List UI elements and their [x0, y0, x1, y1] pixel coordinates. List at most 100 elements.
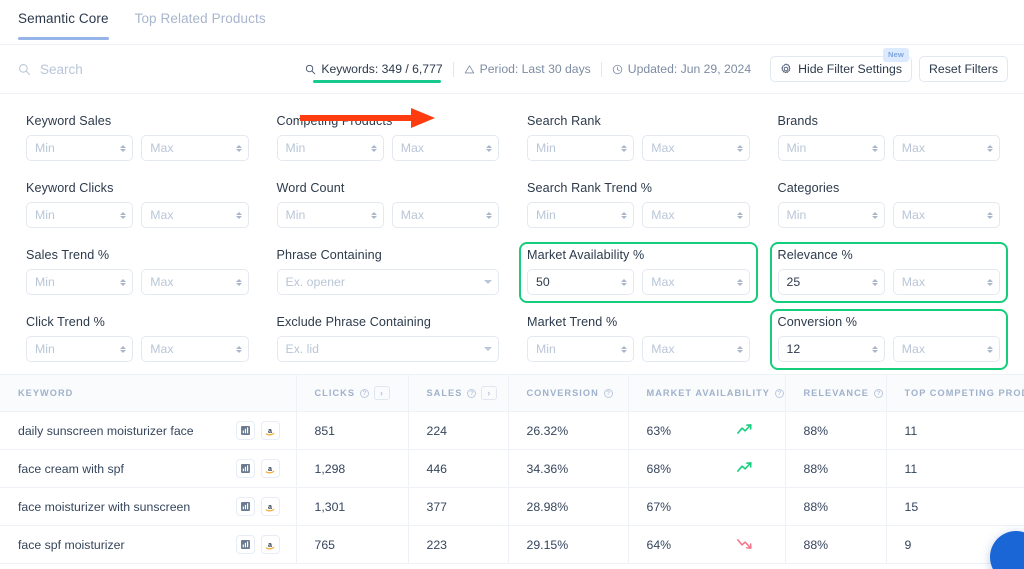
filter-min-input-wrapper[interactable]: [26, 135, 133, 161]
filter-max-input-wrapper[interactable]: [642, 336, 749, 362]
stepper-icon[interactable]: [486, 212, 492, 219]
filter-max-input-wrapper[interactable]: [642, 269, 749, 295]
keyword-text[interactable]: face spf moisturizer: [18, 538, 236, 552]
column-header-conv[interactable]: CONVERSION?: [508, 375, 628, 412]
info-icon[interactable]: ?: [604, 389, 613, 398]
table-row[interactable]: face spf moisturizera76522329.15%64%88%9: [0, 526, 1024, 564]
filter-max-input[interactable]: [902, 342, 983, 356]
filter-max-input[interactable]: [150, 342, 231, 356]
filter-min-input[interactable]: [286, 208, 367, 222]
filter-min-input[interactable]: [35, 275, 116, 289]
filter-min-input-wrapper[interactable]: [527, 135, 634, 161]
analytics-icon[interactable]: [236, 497, 255, 516]
analytics-icon[interactable]: [236, 421, 255, 440]
info-icon[interactable]: ?: [467, 389, 476, 398]
filter-min-input[interactable]: [787, 141, 868, 155]
filter-min-input[interactable]: [536, 275, 617, 289]
filter-min-input-wrapper[interactable]: [26, 202, 133, 228]
stepper-icon[interactable]: [872, 346, 878, 353]
filter-min-input[interactable]: [787, 275, 868, 289]
analytics-icon[interactable]: [236, 459, 255, 478]
column-header-keyword[interactable]: KEYWORD: [0, 375, 296, 412]
stepper-icon[interactable]: [621, 145, 627, 152]
filter-min-input-wrapper[interactable]: [778, 202, 885, 228]
filter-min-input-wrapper[interactable]: [26, 336, 133, 362]
search-box[interactable]: [18, 62, 260, 77]
table-row[interactable]: face moisturizer with sunscreena1,301377…: [0, 488, 1024, 526]
filter-max-input-wrapper[interactable]: [141, 202, 248, 228]
search-input[interactable]: [40, 62, 260, 77]
stepper-icon[interactable]: [987, 346, 993, 353]
table-row[interactable]: face cream with spfa1,29844634.36%68%88%…: [0, 450, 1024, 488]
chevron-down-icon[interactable]: [484, 347, 492, 351]
results-table-wrapper[interactable]: KEYWORDCLICKS?›SALES?›CONVERSION?MARKET …: [0, 374, 1024, 569]
filter-min-input[interactable]: [536, 342, 617, 356]
filter-min-input[interactable]: [286, 141, 367, 155]
amazon-icon[interactable]: a: [261, 497, 280, 516]
filter-min-input-wrapper[interactable]: [527, 202, 634, 228]
filter-min-input-wrapper[interactable]: [527, 269, 634, 295]
hide-filter-settings-button[interactable]: Hide Filter Settings New: [770, 56, 912, 82]
filter-min-input[interactable]: [536, 208, 617, 222]
filter-min-input-wrapper[interactable]: [778, 336, 885, 362]
expand-column-icon[interactable]: ›: [374, 386, 390, 400]
filter-phrase-input[interactable]: [286, 275, 481, 289]
stepper-icon[interactable]: [486, 145, 492, 152]
filter-max-input[interactable]: [150, 275, 231, 289]
filter-max-input[interactable]: [651, 208, 732, 222]
filter-min-input[interactable]: [787, 208, 868, 222]
stepper-icon[interactable]: [872, 145, 878, 152]
stepper-icon[interactable]: [621, 346, 627, 353]
stepper-icon[interactable]: [120, 145, 126, 152]
stepper-icon[interactable]: [987, 212, 993, 219]
table-row[interactable]: daily sunscreen moisturizer facea8512242…: [0, 412, 1024, 450]
stepper-icon[interactable]: [737, 279, 743, 286]
stepper-icon[interactable]: [987, 279, 993, 286]
chevron-down-icon[interactable]: [484, 280, 492, 284]
filter-min-input-wrapper[interactable]: [26, 269, 133, 295]
filter-max-input-wrapper[interactable]: [893, 135, 1000, 161]
filter-max-input-wrapper[interactable]: [642, 135, 749, 161]
column-header-topcomp[interactable]: TOP COMPETING PRODUCT...: [886, 375, 1024, 412]
filter-max-input-wrapper[interactable]: [893, 336, 1000, 362]
keywords-count[interactable]: Keywords: 349 / 6,777: [295, 62, 452, 76]
filter-phrase-input[interactable]: [286, 342, 481, 356]
info-icon[interactable]: ?: [874, 389, 883, 398]
filter-max-input[interactable]: [401, 141, 482, 155]
filter-max-input[interactable]: [150, 141, 231, 155]
filter-min-input-wrapper[interactable]: [277, 202, 384, 228]
column-header-market[interactable]: MARKET AVAILABILITY?›: [628, 375, 785, 412]
filter-select-wrapper[interactable]: [277, 269, 500, 295]
filter-max-input-wrapper[interactable]: [141, 336, 248, 362]
expand-column-icon[interactable]: ›: [481, 386, 497, 400]
filter-max-input-wrapper[interactable]: [893, 269, 1000, 295]
column-header-sales[interactable]: SALES?›: [408, 375, 508, 412]
stepper-icon[interactable]: [987, 145, 993, 152]
stepper-icon[interactable]: [236, 346, 242, 353]
amazon-icon[interactable]: a: [261, 459, 280, 478]
filter-max-input-wrapper[interactable]: [642, 202, 749, 228]
stepper-icon[interactable]: [120, 346, 126, 353]
tab-semantic-core[interactable]: Semantic Core: [18, 11, 109, 39]
stepper-icon[interactable]: [236, 212, 242, 219]
info-icon[interactable]: ?: [775, 389, 784, 398]
filter-max-input[interactable]: [150, 208, 231, 222]
filter-max-input[interactable]: [902, 275, 983, 289]
info-icon[interactable]: ?: [360, 389, 369, 398]
stepper-icon[interactable]: [737, 212, 743, 219]
stepper-icon[interactable]: [120, 212, 126, 219]
keyword-text[interactable]: daily sunscreen moisturizer face: [18, 424, 236, 438]
keyword-text[interactable]: face cream with spf: [18, 462, 236, 476]
filter-select-wrapper[interactable]: [277, 336, 500, 362]
filter-max-input[interactable]: [651, 275, 732, 289]
keyword-text[interactable]: face moisturizer with sunscreen: [18, 500, 236, 514]
period-selector[interactable]: Period: Last 30 days: [454, 62, 601, 76]
stepper-icon[interactable]: [120, 279, 126, 286]
filter-min-input[interactable]: [35, 342, 116, 356]
column-header-clicks[interactable]: CLICKS?›: [296, 375, 408, 412]
column-header-relevance[interactable]: RELEVANCE?: [785, 375, 886, 412]
tab-top-related-products[interactable]: Top Related Products: [135, 11, 266, 39]
stepper-icon[interactable]: [236, 279, 242, 286]
analytics-icon[interactable]: [236, 535, 255, 554]
filter-min-input[interactable]: [35, 208, 116, 222]
